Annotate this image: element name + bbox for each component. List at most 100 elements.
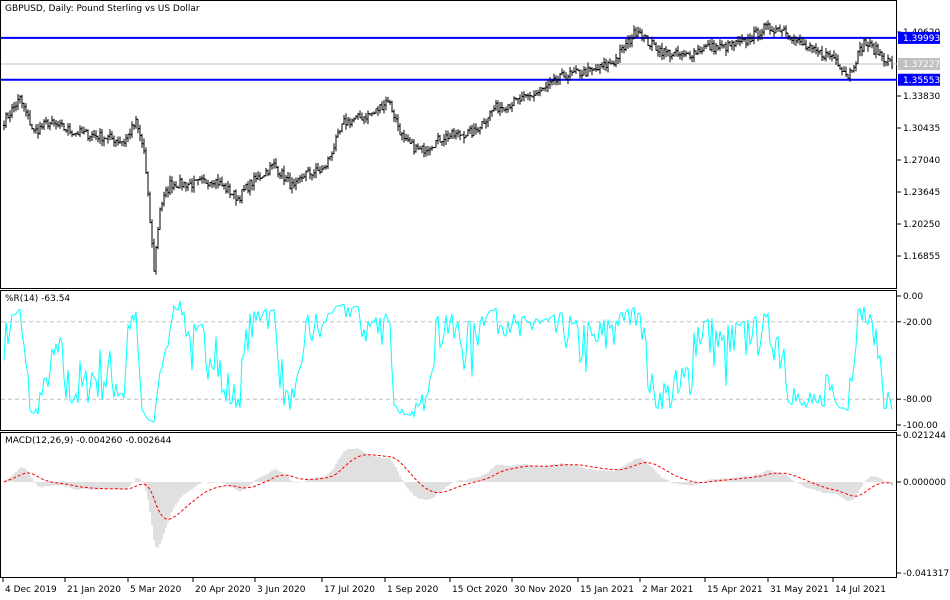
wpr-label: %R(14) -63.54	[5, 294, 70, 304]
price-bar	[597, 63, 599, 72]
price-bar	[31, 123, 33, 130]
price-bar	[575, 65, 577, 74]
price-bar	[477, 127, 479, 133]
price-bar	[211, 180, 213, 189]
price-bar	[547, 80, 549, 93]
price-bar	[571, 70, 573, 77]
price-bar	[573, 67, 575, 73]
price-bar	[723, 43, 725, 49]
price-bar	[851, 69, 853, 74]
price-bar	[301, 173, 303, 183]
price-bar	[149, 191, 151, 224]
date-tick-label: 15 Apr 2021	[707, 585, 763, 595]
price-bar	[111, 131, 113, 140]
price-bar	[251, 179, 253, 191]
price-bar	[519, 94, 521, 105]
price-bar	[635, 27, 637, 39]
price-bar	[225, 182, 227, 194]
price-bar	[799, 34, 801, 46]
price-bar	[709, 39, 711, 51]
price-bar	[655, 41, 657, 51]
price-bar	[497, 100, 499, 114]
price-bar	[693, 47, 695, 63]
price-bar	[169, 175, 171, 195]
price-bar	[883, 52, 885, 67]
price-bar	[511, 101, 513, 113]
price-bar	[701, 46, 703, 55]
price-bar	[413, 139, 415, 155]
price-bar	[529, 91, 531, 102]
price-tick-label: 1.16855	[903, 252, 940, 262]
date-tick-label: 15 Oct 2020	[452, 585, 508, 595]
price-bar	[563, 70, 565, 78]
chart-canvas[interactable]: 1.406201.338301.304351.270401.236451.202…	[0, 0, 950, 600]
price-bar	[61, 119, 63, 128]
price-bar	[85, 128, 87, 133]
price-bar	[263, 175, 265, 178]
macd-tick-label: -0.041317	[903, 569, 949, 579]
price-bar	[667, 49, 669, 57]
price-bar	[593, 67, 595, 72]
price-bar	[47, 118, 49, 130]
price-bar	[829, 50, 831, 60]
price-bar	[579, 69, 581, 79]
price-bar	[247, 181, 249, 194]
price-bar	[509, 103, 511, 110]
price-bar	[891, 55, 893, 70]
price-bar	[417, 143, 419, 150]
price-bar	[383, 99, 385, 114]
price-bar	[447, 130, 449, 142]
price-bar	[825, 48, 827, 62]
price-bar	[523, 91, 525, 102]
price-bar	[197, 178, 199, 186]
price-bar	[293, 178, 295, 189]
price-bar	[39, 121, 41, 135]
price-bar	[177, 185, 179, 189]
price-bar	[117, 136, 119, 146]
price-bar	[3, 120, 5, 131]
price-bar	[321, 165, 323, 173]
price-bar	[97, 135, 99, 143]
price-bar	[639, 27, 641, 34]
price-bar	[135, 116, 137, 129]
price-bar	[335, 134, 337, 152]
price-bar	[495, 99, 497, 111]
price-bar	[865, 37, 867, 47]
price-bar	[25, 103, 27, 117]
price-bar	[91, 131, 93, 142]
price-bar	[7, 112, 9, 119]
price-bar	[71, 130, 73, 137]
price-bar	[237, 195, 239, 201]
price-bar	[51, 115, 53, 125]
price-bar	[261, 176, 263, 179]
price-bar	[81, 126, 83, 134]
price-bar	[843, 66, 845, 73]
price-bar	[57, 121, 59, 128]
price-bar	[855, 61, 857, 72]
price-bar	[763, 23, 765, 36]
price-bar	[653, 39, 655, 45]
price-bar	[29, 110, 31, 126]
price-bar	[183, 181, 185, 189]
price-bar	[401, 131, 403, 141]
price-bar	[785, 25, 787, 37]
price-bar	[105, 137, 107, 140]
price-panel	[0, 0, 897, 289]
price-bar	[831, 54, 833, 62]
price-bar	[685, 50, 687, 57]
price-bar	[381, 101, 383, 111]
price-bar	[623, 44, 625, 54]
price-bar	[503, 107, 505, 112]
price-bar	[49, 121, 51, 131]
price-bar	[679, 51, 681, 60]
price-bar	[717, 44, 719, 51]
price-bar	[535, 89, 537, 96]
price-bar	[151, 219, 153, 248]
price-bar	[833, 50, 835, 59]
price-bar	[89, 135, 91, 142]
price-bar	[199, 176, 201, 181]
date-tick-label: 14 Jul 2021	[835, 585, 886, 595]
price-bar	[287, 171, 289, 183]
wpr-tick-label: -100.00	[903, 421, 938, 431]
price-bar	[769, 22, 771, 35]
